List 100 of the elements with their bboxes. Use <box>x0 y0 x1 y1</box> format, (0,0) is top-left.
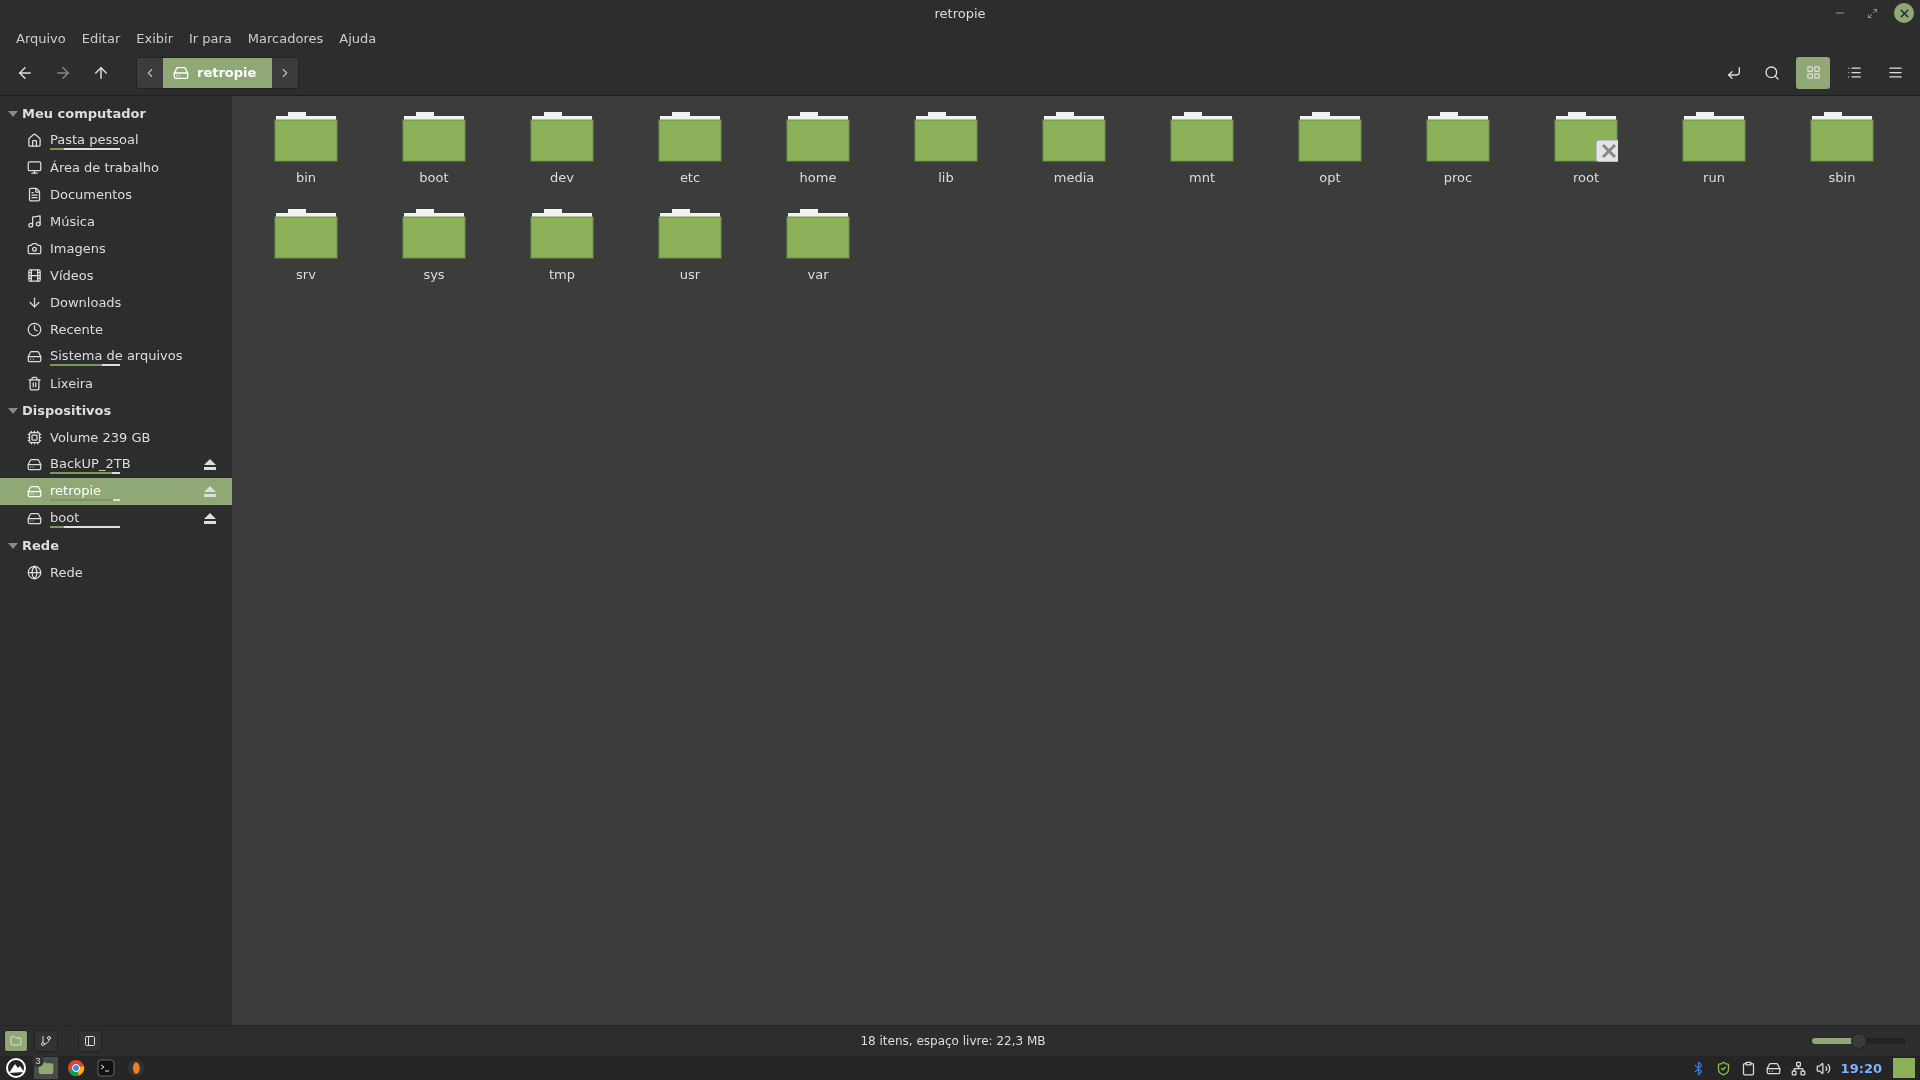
folder-icon <box>1170 112 1234 162</box>
zoom-slider-thumb[interactable] <box>1851 1033 1867 1049</box>
folder-name[interactable]: sbin <box>1828 170 1856 185</box>
folder-name[interactable]: var <box>807 267 829 282</box>
sidebar-item[interactable]: Área de trabalho <box>0 154 232 181</box>
folder-name[interactable]: dev <box>550 170 574 185</box>
folder-name[interactable]: home <box>799 170 837 185</box>
search-icon <box>1764 64 1780 81</box>
sidebar-item[interactable]: Recente <box>0 316 232 343</box>
document-icon <box>27 187 42 202</box>
folder-name[interactable]: etc <box>679 170 701 185</box>
sidebar-item[interactable]: Downloads <box>0 289 232 316</box>
close-button[interactable] <box>1894 3 1914 23</box>
folder-icon <box>402 209 466 259</box>
folder-icon <box>1042 112 1106 162</box>
file-manager-task-button[interactable]: 3 <box>34 1057 58 1079</box>
menu-item[interactable]: Exibir <box>128 30 181 46</box>
sidebar-item[interactable]: Música <box>0 208 232 235</box>
folder-name[interactable]: sys <box>423 267 445 282</box>
sidebar-item-label: boot <box>50 509 81 525</box>
folder-icon <box>914 112 978 162</box>
start-menu-button[interactable] <box>4 1057 28 1079</box>
grid-view-button[interactable] <box>1796 56 1830 89</box>
sidebar-item-label: retropie <box>50 482 103 498</box>
section-title: Meu computador <box>22 106 146 121</box>
folder-icon <box>10 1035 22 1047</box>
lines-icon <box>1887 65 1903 80</box>
folder-name[interactable]: proc <box>1443 170 1473 185</box>
folder-name[interactable]: lib <box>938 170 954 185</box>
menu-item[interactable]: Ir para <box>181 30 240 46</box>
menu-item[interactable]: Editar <box>73 30 129 46</box>
sidebar-item-label: Downloads <box>50 295 123 310</box>
section-title: Rede <box>22 538 59 553</box>
fruit-logo-icon <box>127 1059 145 1077</box>
sidebar-item[interactable]: BackUP_2TB <box>0 451 232 478</box>
sidebar-item[interactable]: Pasta pessoal <box>0 127 232 154</box>
folder-name[interactable]: run <box>1703 170 1725 185</box>
volume-icon[interactable] <box>1815 1060 1831 1076</box>
chip-icon <box>27 430 42 445</box>
sidebar-item[interactable]: Sistema de arquivos <box>0 343 232 370</box>
film-icon <box>27 268 42 283</box>
eject-icon[interactable] <box>204 513 216 524</box>
folder-name[interactable]: opt <box>1319 170 1341 185</box>
folder-icon <box>786 209 850 259</box>
window-count-badge: 3 <box>32 1055 44 1067</box>
show-desktop-button[interactable] <box>1892 1057 1916 1079</box>
sidebar-toggle-button[interactable] <box>78 1030 102 1052</box>
status-text: 18 itens, espaço livre: 22,3 MB <box>859 1034 1047 1048</box>
sidebar-item-label: Área de trabalho <box>50 160 160 175</box>
expander-icon[interactable] <box>8 407 18 414</box>
sidebar-item-label: BackUP_2TB <box>50 455 132 471</box>
folder-name[interactable]: srv <box>296 267 316 282</box>
list-icon <box>1846 65 1862 80</box>
folder-name[interactable]: boot <box>419 170 449 185</box>
shield-icon[interactable] <box>1715 1060 1731 1076</box>
sidebar-item-label: Rede <box>50 565 84 580</box>
folder-name[interactable]: root <box>1572 170 1600 185</box>
menu-item[interactable]: Arquivo <box>8 30 74 46</box>
expander-icon[interactable] <box>8 110 18 117</box>
places-pane-button[interactable] <box>4 1030 28 1052</box>
sidebar-item[interactable]: Rede <box>0 559 232 586</box>
sidebar-item[interactable]: boot <box>0 505 232 532</box>
folder-name[interactable]: tmp <box>549 267 575 282</box>
clipboard-icon[interactable] <box>1740 1060 1756 1076</box>
section-title: Dispositivos <box>22 403 112 418</box>
sidebar-item[interactable]: Volume 239 GB <box>0 424 232 451</box>
sidebar-item[interactable]: Vídeos <box>0 262 232 289</box>
folder-icon <box>1810 112 1874 162</box>
expander-icon[interactable] <box>8 542 18 549</box>
camera-icon <box>27 241 42 256</box>
folder-name[interactable]: mnt <box>1189 170 1215 185</box>
folder-icon <box>274 112 338 162</box>
browser-logo-icon <box>67 1059 85 1077</box>
drive-icon <box>27 511 42 526</box>
eject-icon[interactable] <box>204 459 216 470</box>
menu-item[interactable]: Ajuda <box>331 30 385 46</box>
panel-icon <box>84 1035 96 1047</box>
sidebar-item[interactable]: Documentos <box>0 181 232 208</box>
folder-name[interactable]: media <box>1053 170 1095 185</box>
folder-icon <box>658 209 722 259</box>
menu-item[interactable]: Marcadores <box>239 30 332 46</box>
folder-icon <box>530 112 594 162</box>
sidebar-item[interactable]: Lixeira <box>0 370 232 397</box>
return-arrow-icon <box>1726 64 1742 81</box>
terminal-task-button[interactable] <box>94 1057 118 1079</box>
drive-icon <box>27 484 42 499</box>
sidebar-item-label: Imagens <box>50 241 107 256</box>
tree-icon <box>40 1035 52 1047</box>
sidebar-item[interactable]: Imagens <box>0 235 232 262</box>
clock[interactable]: 19:20 <box>1840 1060 1882 1076</box>
mountain-logo-icon <box>6 1058 26 1078</box>
folder-name[interactable]: bin <box>295 170 317 185</box>
sidebar-item-label: Documentos <box>50 187 134 202</box>
folder-name[interactable]: usr <box>679 267 701 282</box>
tree-pane-button[interactable] <box>34 1030 58 1052</box>
sidebar-item-label: Volume 239 GB <box>50 430 152 445</box>
folder-icon <box>1298 112 1362 162</box>
trash-icon <box>27 376 42 391</box>
music-note-icon <box>27 214 42 229</box>
network-icon[interactable] <box>1790 1060 1806 1076</box>
